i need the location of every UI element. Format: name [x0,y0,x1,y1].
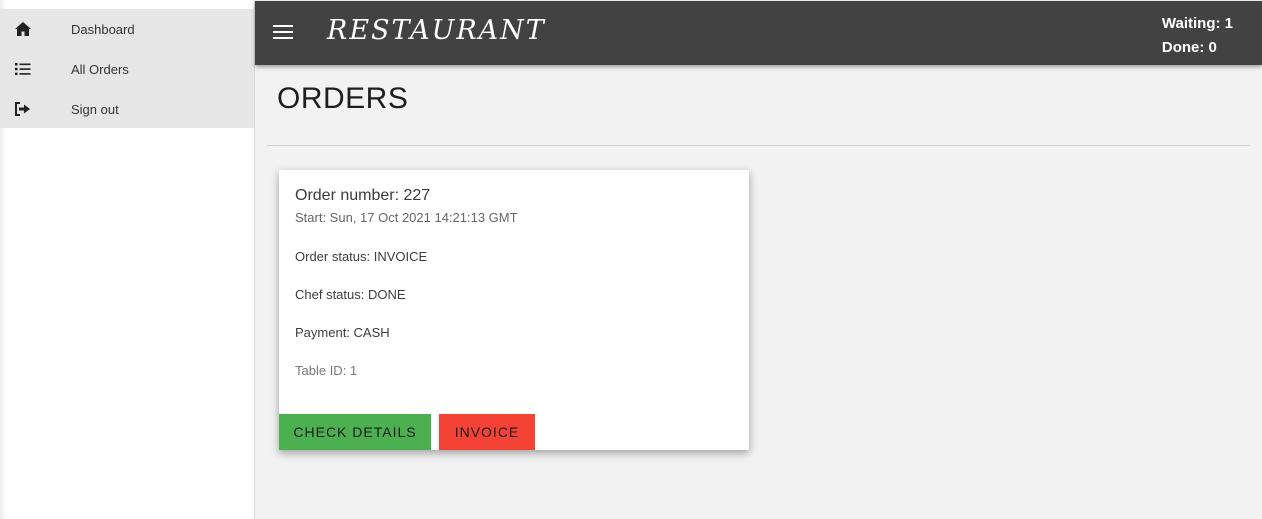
home-icon [14,20,32,38]
hamburger-menu-icon[interactable] [273,25,293,41]
page-title: ORDERS [277,82,409,115]
top-app-bar: RESTAURANT Waiting: 1 Done: 0 [255,1,1262,65]
sidebar-item-dashboard[interactable]: Dashboard [0,9,254,49]
check-details-button[interactable]: CHECK DETAILS [279,414,431,450]
order-number: Order number: 227 [295,187,431,204]
main-content: RESTAURANT Waiting: 1 Done: 0 ORDERS Ord… [255,0,1262,519]
order-status: Order status: INVOICE [295,249,428,264]
waiting-count: Waiting: 1 [1161,15,1233,32]
list-icon [14,60,32,78]
sidebar-item-label: Sign out [71,101,119,117]
sidebar: Dashboard All Orders Sign out [0,0,255,519]
sidebar-item-label: All Orders [71,61,129,77]
sign-out-icon [14,100,32,118]
chef-status: Chef status: DONE [295,287,406,302]
order-counts: Waiting: 1 Done: 0 [1162,12,1233,60]
table-id: Table ID: 1 [295,363,358,378]
done-count: Done: 0 [1161,39,1217,56]
order-card: Order number: 227 Start: Sun, 17 Oct 202… [279,170,749,450]
app-brand: RESTAURANT [327,15,546,46]
sidebar-item-all-orders[interactable]: All Orders [0,49,254,89]
sidebar-menu: Dashboard All Orders Sign out [0,9,254,128]
sidebar-item-sign-out[interactable]: Sign out [0,89,254,129]
invoice-button[interactable]: INVOICE [439,414,535,450]
divider [267,145,1250,146]
sidebar-item-label: Dashboard [71,21,135,37]
payment-method: Payment: CASH [295,325,390,340]
order-start-time: Start: Sun, 17 Oct 2021 14:21:13 GMT [295,210,518,225]
